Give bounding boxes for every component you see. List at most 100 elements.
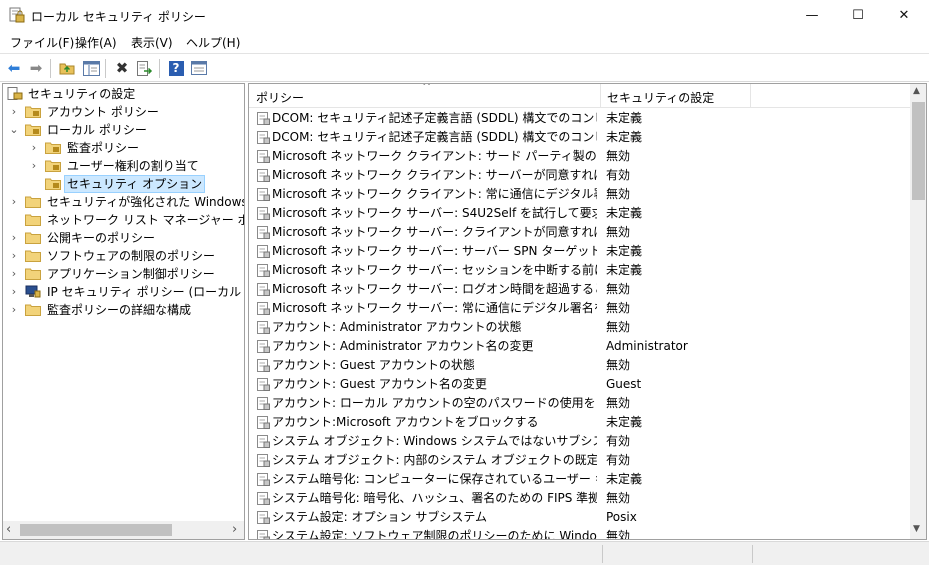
list-item[interactable]: アカウント: Administrator アカウントの状態 無効 bbox=[249, 318, 909, 337]
folder-lock-icon bbox=[25, 124, 41, 136]
list-item[interactable]: DCOM: セキュリティ記述子定義言語 (SDDL) 構文でのコンピューター..… bbox=[249, 128, 909, 147]
policy-name: システム設定: オプション サブシステム bbox=[272, 510, 487, 524]
status-divider bbox=[752, 545, 753, 563]
folder-icon bbox=[25, 196, 41, 208]
list-item[interactable]: Microsoft ネットワーク サーバー: 常に通信にデジタル署名を行う 無効 bbox=[249, 299, 909, 318]
security-setting-value: 未定義 bbox=[606, 130, 643, 144]
menu-view[interactable]: 表示(V) bbox=[131, 34, 173, 51]
navigation-tree[interactable]: セキュリティの設定 › アカウント ポリシー ⌄ ローカル ポリシー › 監査ポ… bbox=[2, 83, 245, 540]
back-arrow-icon: ⬅ bbox=[7, 59, 21, 77]
tree-horizontal-scrollbar[interactable]: ‹ › bbox=[3, 521, 244, 539]
scroll-thumb[interactable] bbox=[20, 524, 172, 536]
expand-icon[interactable]: › bbox=[9, 193, 19, 211]
collapse-icon[interactable]: ⌄ bbox=[9, 121, 19, 139]
list-item[interactable]: DCOM: セキュリティ記述子定義言語 (SDDL) 構文でのコンピューター..… bbox=[249, 109, 909, 128]
expand-icon[interactable]: › bbox=[29, 157, 39, 175]
expand-icon[interactable]: › bbox=[9, 229, 19, 247]
scroll-right-icon[interactable]: › bbox=[232, 522, 237, 537]
window-title: ローカル セキュリティ ポリシー bbox=[31, 10, 206, 24]
list-item[interactable]: Microsoft ネットワーク サーバー: ログオン時間を超過するとクライア.… bbox=[249, 280, 909, 299]
list-vertical-scrollbar[interactable]: ▲ ▼ bbox=[910, 84, 926, 539]
close-button[interactable]: ✕ bbox=[881, 0, 927, 31]
policy-name: Microsoft ネットワーク サーバー: セッションを中断する前に、ある一.… bbox=[272, 263, 597, 277]
delete-button[interactable]: ✖ bbox=[112, 58, 132, 78]
column-header-policy[interactable]: ポリシー bbox=[256, 89, 304, 106]
expand-icon[interactable]: › bbox=[9, 103, 19, 121]
security-setting-value: 無効 bbox=[606, 491, 631, 505]
policy-setting-icon bbox=[257, 150, 270, 163]
expand-icon[interactable]: › bbox=[9, 265, 19, 283]
export-list-button[interactable] bbox=[135, 58, 155, 78]
expand-icon[interactable]: › bbox=[9, 283, 19, 301]
security-setting-value: 未定義 bbox=[606, 472, 643, 486]
scroll-up-icon[interactable]: ▲ bbox=[913, 86, 920, 96]
list-item[interactable]: Microsoft ネットワーク サーバー: クライアントが同意すれば、通信に.… bbox=[249, 223, 909, 242]
help-icon: ? bbox=[168, 60, 184, 76]
policy-setting-icon bbox=[257, 397, 270, 410]
column-divider[interactable] bbox=[750, 84, 751, 108]
list-item[interactable]: システム オブジェクト: 内部のシステム オブジェクトの既定のアクセス許... 有… bbox=[249, 451, 909, 470]
help-button[interactable]: ? bbox=[166, 58, 186, 78]
scroll-down-icon[interactable]: ▼ bbox=[913, 524, 920, 534]
folder-icon bbox=[25, 268, 41, 280]
policy-name: アカウント: Guest アカウントの状態 bbox=[272, 358, 475, 372]
status-bar bbox=[0, 541, 929, 565]
expand-icon[interactable]: › bbox=[29, 139, 39, 157]
policy-name: アカウント:Microsoft アカウントをブロックする bbox=[272, 415, 539, 429]
tree-label: ローカル ポリシー bbox=[47, 123, 147, 137]
menu-file[interactable]: ファイル(F) bbox=[10, 34, 74, 51]
title-bar[interactable]: ローカル セキュリティ ポリシー — ☐ ✕ bbox=[0, 0, 929, 31]
expand-icon[interactable]: › bbox=[9, 301, 19, 319]
tree-label: セキュリティ オプション bbox=[64, 175, 206, 193]
list-item[interactable]: アカウント: Administrator アカウント名の変更 Administra… bbox=[249, 337, 909, 356]
policy-name: Microsoft ネットワーク クライアント: 常に通信にデジタル署名を行う bbox=[272, 187, 597, 201]
scroll-thumb[interactable] bbox=[912, 102, 925, 200]
forward-button[interactable]: ➡ bbox=[26, 58, 46, 78]
up-one-level-button[interactable] bbox=[57, 58, 77, 78]
security-setting-value: 無効 bbox=[606, 320, 631, 334]
list-item[interactable]: アカウント: Guest アカウントの状態 無効 bbox=[249, 356, 909, 375]
policy-name: システム オブジェクト: Windows システムではないサブシステムのため..… bbox=[272, 434, 597, 448]
maximize-button[interactable]: ☐ bbox=[835, 0, 881, 31]
list-item[interactable]: アカウント: Guest アカウント名の変更 Guest bbox=[249, 375, 909, 394]
expand-icon[interactable]: › bbox=[9, 247, 19, 265]
policy-setting-icon bbox=[257, 112, 270, 125]
list-item[interactable]: Microsoft ネットワーク クライアント: サーバーが同意すれば、通信に.… bbox=[249, 166, 909, 185]
list-item[interactable]: Microsoft ネットワーク サーバー: S4U2Self を試行して要求情… bbox=[249, 204, 909, 223]
list-item[interactable]: システム暗号化: 暗号化、ハッシュ、署名のための FIPS 準拠アルゴリ... 無… bbox=[249, 489, 909, 508]
policy-name: Microsoft ネットワーク クライアント: サーバーが同意すれば、通信に.… bbox=[272, 168, 597, 182]
folder-lock-icon bbox=[25, 106, 41, 118]
menu-help[interactable]: ヘルプ(H) bbox=[186, 34, 240, 51]
policy-setting-icon bbox=[257, 435, 270, 448]
policy-setting-icon bbox=[257, 207, 270, 220]
list-item[interactable]: システム オブジェクト: Windows システムではないサブシステムのため..… bbox=[249, 432, 909, 451]
toolbar-separator bbox=[50, 59, 51, 78]
policy-setting-icon bbox=[257, 473, 270, 486]
list-item[interactable]: Microsoft ネットワーク サーバー: サーバー SPN ターゲット名検証… bbox=[249, 242, 909, 261]
policy-name: システム暗号化: 暗号化、ハッシュ、署名のための FIPS 準拠アルゴリ... bbox=[272, 491, 597, 505]
list-item[interactable]: Microsoft ネットワーク クライアント: 常に通信にデジタル署名を行う無… bbox=[249, 185, 909, 204]
list-item[interactable]: アカウント:Microsoft アカウントをブロックする 未定義 bbox=[249, 413, 909, 432]
column-divider[interactable] bbox=[600, 84, 601, 108]
maximize-icon: ☐ bbox=[852, 8, 864, 23]
security-setting-value: 無効 bbox=[606, 396, 631, 410]
policy-name: アカウント: Guest アカウント名の変更 bbox=[272, 377, 487, 391]
list-item[interactable]: Microsoft ネットワーク サーバー: セッションを中断する前に、ある一.… bbox=[249, 261, 909, 280]
list-item[interactable]: アカウント: ローカル アカウントの空のパスワードの使用をコンソール ログ...… bbox=[249, 394, 909, 413]
security-setting-value: 無効 bbox=[606, 301, 631, 315]
folder-lock-icon bbox=[45, 142, 61, 154]
list-item[interactable]: システム設定: ソフトウェア制限のポリシーのために Windows 実行可...… bbox=[249, 527, 909, 539]
menu-action[interactable]: 操作(A) bbox=[75, 34, 117, 51]
up-folder-icon bbox=[59, 63, 75, 75]
scroll-left-icon[interactable]: ‹ bbox=[6, 522, 11, 537]
show-hide-tree-button[interactable] bbox=[81, 58, 101, 78]
column-header-setting[interactable]: セキュリティの設定 bbox=[607, 89, 714, 106]
list-item[interactable]: システム暗号化: コンピューターに保存されているユーザー キーに強力な... 未定… bbox=[249, 470, 909, 489]
minimize-button[interactable]: — bbox=[789, 0, 835, 31]
back-button[interactable]: ⬅ bbox=[4, 58, 24, 78]
list-item[interactable]: システム設定: オプション サブシステム Posix bbox=[249, 508, 909, 527]
properties-button[interactable] bbox=[189, 58, 209, 78]
toolbar: ⬅ ➡ ✖ ? bbox=[0, 53, 929, 82]
list-item[interactable]: Microsoft ネットワーク クライアント: サード パーティ製の SMB … bbox=[249, 147, 909, 166]
policy-list[interactable]: ^ ポリシー セキュリティの設定 DCOM: セキュリティ記述子定義言語 (SD… bbox=[248, 83, 927, 540]
